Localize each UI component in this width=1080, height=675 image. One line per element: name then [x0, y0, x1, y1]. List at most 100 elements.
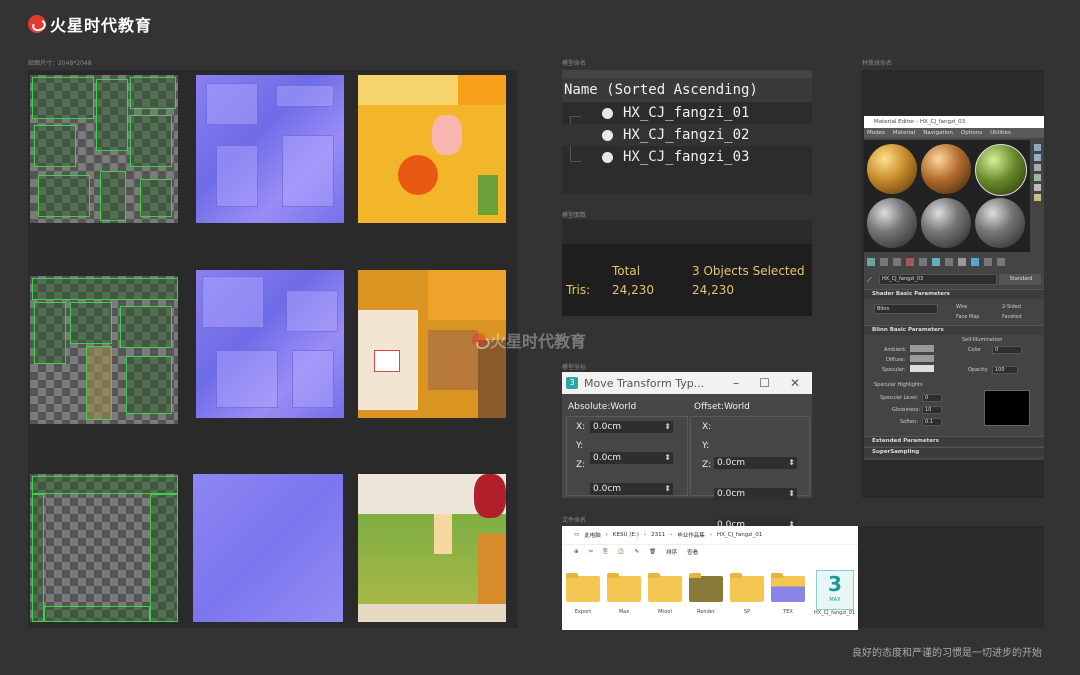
specular-swatch[interactable]: [910, 365, 934, 372]
material-slot[interactable]: [921, 198, 971, 248]
folder-icon[interactable]: [689, 573, 723, 602]
video-check-icon[interactable]: [1033, 184, 1041, 191]
maximize-icon[interactable]: ☐: [759, 376, 770, 390]
material-type-button[interactable]: Standard: [999, 274, 1041, 285]
soften-spinner[interactable]: 0.1: [922, 418, 942, 426]
sort-button[interactable]: 排序: [666, 548, 677, 556]
breadcrumb-item[interactable]: 2311: [651, 532, 665, 538]
visibility-dot-icon[interactable]: [602, 107, 613, 119]
breadcrumb-item[interactable]: KESU (E:): [613, 532, 639, 538]
opacity-spinner[interactable]: 100: [992, 366, 1018, 374]
scene-outliner: Name (Sorted Ascending) HX_CJ_fangzi_01 …: [562, 70, 812, 194]
self-illum-spinner[interactable]: 0: [992, 346, 1022, 354]
material-toolbar: [864, 258, 1047, 270]
naming-section-label: 模型命名: [562, 60, 587, 67]
menu-material[interactable]: Material: [893, 128, 915, 138]
extended-rollout-header[interactable]: Extended Parameters: [864, 436, 1044, 446]
color-checkbox[interactable]: Color: [968, 347, 981, 353]
folder-icon[interactable]: [566, 573, 600, 602]
glossiness-spinner[interactable]: 10: [922, 406, 942, 414]
folder-icon[interactable]: [607, 573, 641, 602]
view-button[interactable]: 查看: [687, 548, 698, 556]
close-icon[interactable]: ✕: [790, 376, 800, 390]
outliner-header[interactable]: Name (Sorted Ascending): [562, 78, 812, 102]
off-y-label: Y:: [702, 441, 710, 451]
faceted-checkbox[interactable]: Faceted: [1002, 314, 1022, 320]
offset-group-title: Offset:World: [694, 402, 750, 412]
breadcrumb-item[interactable]: 此电脑: [584, 531, 601, 539]
menu-modes[interactable]: Modes: [867, 128, 885, 138]
backlight-icon[interactable]: [1033, 154, 1041, 161]
off-x-spinner[interactable]: 0.0cm: [714, 457, 797, 469]
show-map-icon[interactable]: [971, 258, 979, 266]
folder-icon[interactable]: [771, 573, 805, 602]
diffuse-swatch[interactable]: [910, 355, 934, 362]
two-sided-checkbox[interactable]: 2-Sided: [1002, 304, 1021, 310]
cut-icon[interactable]: ✂: [589, 549, 594, 555]
uv-tiling-icon[interactable]: [1033, 174, 1041, 181]
copy-icon[interactable]: ⎘: [603, 549, 607, 556]
folder-icon[interactable]: [648, 573, 682, 602]
outliner-item[interactable]: HX_CJ_fangzi_01: [562, 102, 812, 124]
material-slot[interactable]: [921, 144, 971, 194]
minimize-icon[interactable]: –: [733, 376, 739, 390]
paste-icon[interactable]: 📋: [618, 549, 625, 555]
delete-icon[interactable]: 🗑: [649, 549, 656, 555]
sample-type-icon[interactable]: [1033, 144, 1041, 151]
wire-checkbox[interactable]: Wire: [956, 304, 967, 310]
breadcrumb-item[interactable]: 毕业作品集: [677, 531, 705, 539]
menu-options[interactable]: Options: [961, 128, 982, 138]
put-to-scene-icon[interactable]: [880, 258, 888, 266]
assign-icon[interactable]: [893, 258, 901, 266]
folder-label: Export: [574, 609, 592, 615]
max-file-icon[interactable]: 3 MAX: [816, 570, 854, 610]
breadcrumb-item[interactable]: HX_CJ_fangzi_01: [717, 532, 762, 538]
shader-type-dropdown[interactable]: Blinn: [874, 304, 938, 314]
abs-y-spinner[interactable]: 0.0cm: [590, 452, 673, 464]
material-slot-active[interactable]: [975, 144, 1027, 196]
sample-slots: [864, 140, 1030, 252]
reset-icon[interactable]: [906, 258, 914, 266]
shader-rollout-header[interactable]: Shader Basic Parameters: [864, 289, 1044, 299]
unique-icon[interactable]: [932, 258, 940, 266]
new-icon[interactable]: ⊕: [574, 549, 579, 555]
move-transform-dialog: 3 Move Transform Typ... – ☐ ✕ Absolute:W…: [562, 372, 812, 531]
visibility-dot-icon[interactable]: [602, 151, 613, 163]
supersampling-rollout-header[interactable]: SuperSampling: [864, 447, 1044, 457]
outliner-item[interactable]: HX_CJ_fangzi_02: [562, 124, 812, 146]
pick-material-icon[interactable]: ⟋: [867, 276, 872, 285]
outliner-item[interactable]: HX_CJ_fangzi_03: [562, 146, 812, 168]
material-name-field[interactable]: HX_CJ_fangzi_03: [879, 274, 997, 285]
background-icon[interactable]: [1033, 164, 1041, 171]
show-end-icon[interactable]: [984, 258, 992, 266]
material-slot[interactable]: [867, 198, 917, 248]
copy-material-icon[interactable]: [919, 258, 927, 266]
go-parent-icon[interactable]: [997, 258, 1005, 266]
get-material-icon[interactable]: [867, 258, 875, 266]
blinn-rollout-header[interactable]: Blinn Basic Parameters: [864, 325, 1044, 335]
ambient-swatch[interactable]: [910, 345, 934, 352]
watermark-mark-icon: [472, 333, 486, 347]
abs-x-spinner[interactable]: 0.0cm: [590, 421, 673, 433]
abs-z-spinner[interactable]: 0.0cm: [590, 483, 673, 495]
face-map-checkbox[interactable]: Face Map: [956, 314, 979, 320]
spec-level-spinner[interactable]: 0: [922, 394, 942, 402]
off-y-spinner[interactable]: 0.0cm: [714, 488, 797, 500]
dialog-titlebar: 3 Move Transform Typ... – ☐ ✕: [562, 372, 812, 394]
spec-highlights-label: Specular Highlights: [874, 382, 923, 388]
footer-slogan: 良好的态度和严谨的习惯是一切进步的开始: [852, 648, 1042, 659]
stats-selected-value: 24,230: [692, 283, 734, 297]
rename-icon[interactable]: ✎: [634, 549, 639, 555]
options-icon[interactable]: [1033, 194, 1041, 201]
material-slot[interactable]: [867, 144, 917, 194]
brand-name: 火星时代教育: [50, 16, 153, 35]
folder-icon[interactable]: [730, 573, 764, 602]
watermark: 火星时代教育: [472, 328, 586, 352]
visibility-dot-icon[interactable]: [602, 129, 613, 141]
menu-navigation[interactable]: Navigation: [923, 128, 953, 138]
effects-channel-icon[interactable]: [958, 258, 966, 266]
menu-utilities[interactable]: Utilities: [990, 128, 1011, 138]
library-icon[interactable]: [945, 258, 953, 266]
ambient-label: Ambient:: [884, 347, 907, 353]
material-slot[interactable]: [975, 198, 1025, 248]
